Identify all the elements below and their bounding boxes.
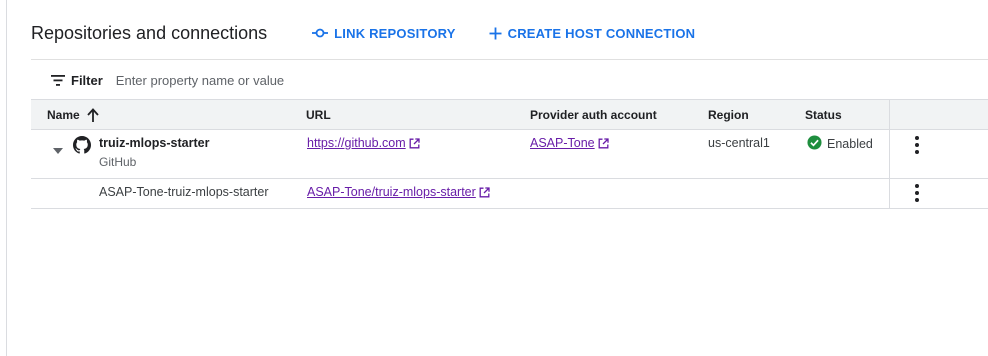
column-header-region[interactable]: Region xyxy=(708,100,749,129)
external-link-icon xyxy=(479,186,490,198)
caret-down-icon[interactable] xyxy=(53,141,63,159)
link-repository-button[interactable]: LINK REPOSITORY xyxy=(312,26,455,41)
connection-row: truiz-mlops-starter GitHub https://githu… xyxy=(31,130,988,179)
auth-account-text: ASAP-Tone xyxy=(530,136,595,150)
connection-name: truiz-mlops-starter xyxy=(99,136,210,150)
github-icon xyxy=(73,136,91,159)
page-header: Repositories and connections LINK REPOSI… xyxy=(31,18,988,48)
more-vert-icon[interactable] xyxy=(909,183,925,203)
filter-bar: Filter xyxy=(31,59,988,100)
filter-label: Filter xyxy=(71,72,103,88)
table-header: Name URL Provider auth account Region St… xyxy=(31,99,988,130)
create-host-connection-button[interactable]: CREATE HOST CONNECTION xyxy=(489,26,696,41)
external-link-icon xyxy=(598,137,609,149)
repository-name: ASAP-Tone-truiz-mlops-starter xyxy=(99,185,269,199)
link-repo-icon xyxy=(312,27,329,39)
auth-account-link[interactable]: ASAP-Tone xyxy=(530,136,609,150)
column-divider xyxy=(889,179,890,208)
status-text: Enabled xyxy=(827,137,873,151)
page-title: Repositories and connections xyxy=(31,22,268,43)
external-link-icon xyxy=(409,137,420,149)
column-header-auth[interactable]: Provider auth account xyxy=(530,100,657,129)
repositories-table: Name URL Provider auth account Region St… xyxy=(31,99,988,209)
repository-url-link[interactable]: ASAP-Tone/truiz-mlops-starter xyxy=(307,185,490,199)
connection-url-text: https://github.com xyxy=(307,136,406,150)
column-name-label: Name xyxy=(47,107,80,122)
check-circle-icon xyxy=(807,135,822,153)
connection-region: us-central1 xyxy=(708,136,770,150)
column-divider xyxy=(889,130,890,178)
filter-input[interactable] xyxy=(115,72,416,88)
more-vert-icon[interactable] xyxy=(909,135,925,155)
status-badge: Enabled xyxy=(807,135,873,153)
repository-row: ASAP-Tone-truiz-mlops-starter ASAP-Tone/… xyxy=(31,179,988,209)
plus-icon xyxy=(489,27,502,40)
arrow-up-icon[interactable] xyxy=(87,107,99,122)
connection-provider: GitHub xyxy=(99,155,137,169)
create-host-connection-label: CREATE HOST CONNECTION xyxy=(507,25,696,41)
column-header-name[interactable]: Name xyxy=(47,100,99,129)
repository-url-text: ASAP-Tone/truiz-mlops-starter xyxy=(307,185,476,199)
column-divider xyxy=(889,100,890,129)
column-header-status[interactable]: Status xyxy=(805,100,842,129)
column-header-url[interactable]: URL xyxy=(306,100,331,129)
filter-icon[interactable] xyxy=(51,74,65,86)
left-divider xyxy=(6,0,7,356)
link-repository-label: LINK REPOSITORY xyxy=(334,25,456,41)
connection-url-link[interactable]: https://github.com xyxy=(307,136,420,150)
